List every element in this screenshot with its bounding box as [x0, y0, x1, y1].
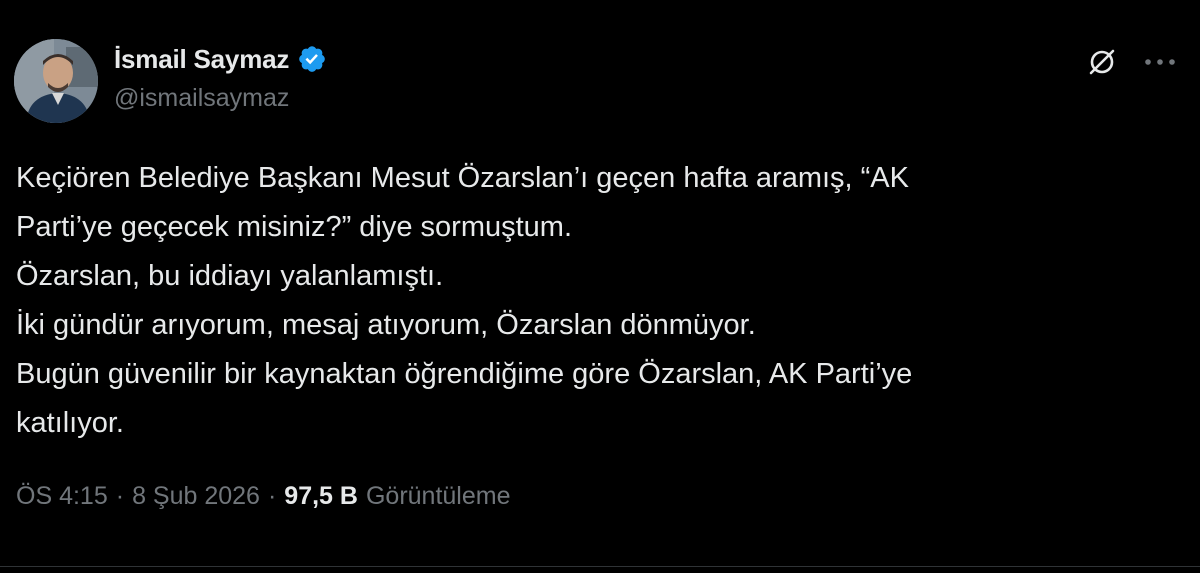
- divider: [0, 566, 1200, 567]
- grok-button[interactable]: [1082, 42, 1122, 82]
- grok-icon: [1089, 49, 1115, 75]
- author-name-row: İsmail Saymaz: [114, 42, 327, 76]
- views-count[interactable]: 97,5 B: [284, 482, 358, 511]
- more-options-button[interactable]: [1138, 42, 1182, 82]
- views-label: Görüntüleme: [365, 482, 511, 510]
- tweet-text: Keçiören Belediye Başkanı Mesut Özarslan…: [16, 154, 1176, 448]
- meta-separator: ·: [267, 482, 277, 510]
- tweet-metadata: ÖS 4:15 · 8 Şub 2026 · 97,5 B Görüntülem…: [16, 482, 511, 511]
- tweet-date[interactable]: 8 Şub 2026: [132, 482, 260, 511]
- verified-badge-icon: [297, 44, 327, 74]
- tweet-text-line: Bugün güvenilir bir kaynaktan öğrendiğim…: [16, 358, 913, 390]
- meta-separator: ·: [115, 482, 125, 510]
- more-options-icon: [1145, 59, 1175, 65]
- tweet-card: İsmail Saymaz @ismailsaymaz Keçiören Bel…: [0, 0, 1200, 573]
- avatar[interactable]: [14, 39, 98, 123]
- avatar-image: [14, 39, 98, 123]
- author-display-name[interactable]: İsmail Saymaz: [114, 44, 289, 75]
- tweet-text-line: İki gündür arıyorum, mesaj atıyorum, Öza…: [16, 309, 756, 341]
- tweet-text-line: Özarslan, bu iddiayı yalanlamıştı.: [16, 260, 444, 292]
- author-handle[interactable]: @ismailsaymaz: [114, 84, 289, 113]
- tweet-time[interactable]: ÖS 4:15: [16, 482, 108, 511]
- tweet-text-line: Parti’ye geçecek misiniz?” diye sormuştu…: [16, 211, 573, 243]
- tweet-text-line: katılıyor.: [16, 407, 124, 439]
- tweet-text-line: Keçiören Belediye Başkanı Mesut Özarslan…: [16, 162, 909, 194]
